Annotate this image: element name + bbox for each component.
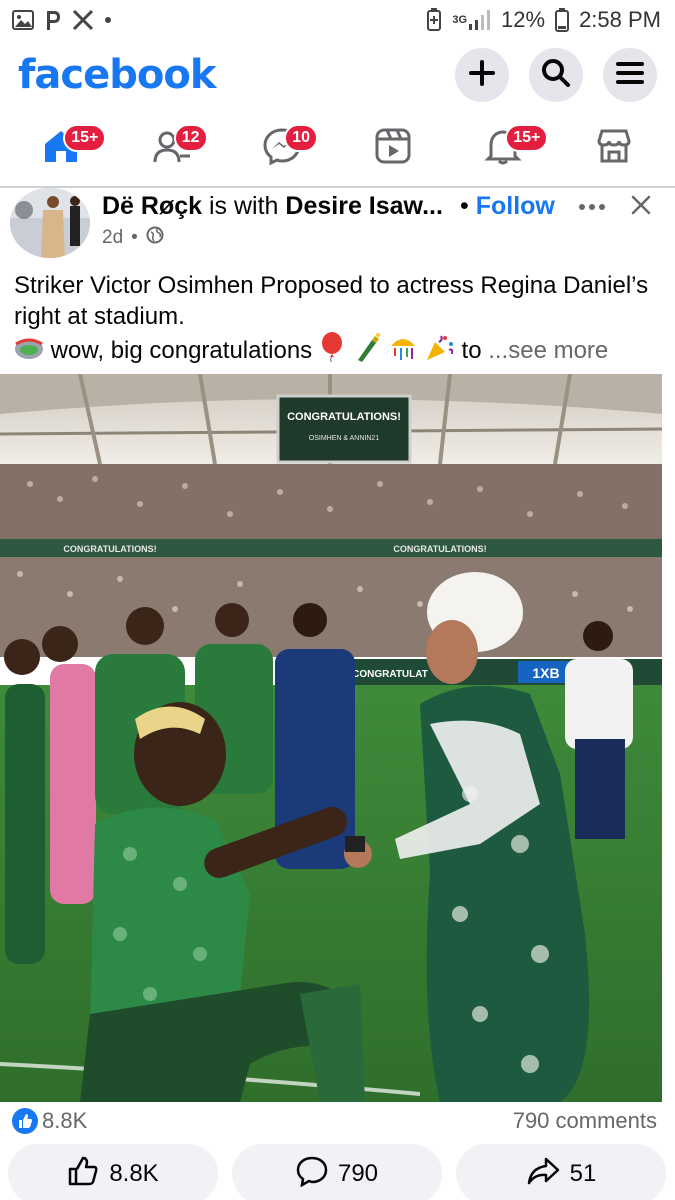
pinterest-icon: [44, 9, 62, 31]
home-badge: 15+: [63, 124, 107, 152]
facebook-logo[interactable]: facebook: [18, 52, 216, 98]
post-time[interactable]: 2d: [102, 227, 123, 249]
author-line: Dë Røçk is with Desire Isaw...: [102, 192, 472, 221]
comment-count: 790: [337, 1160, 379, 1187]
battery-icon: [555, 8, 570, 32]
post-text-congrats: wow, big congratulations: [50, 337, 313, 364]
like-count: 8.8K: [109, 1160, 159, 1187]
likes-count: 8.8K: [42, 1108, 88, 1133]
menu-button[interactable]: [603, 48, 657, 102]
follow-dot: •: [460, 192, 469, 220]
post-actions: 8.8K 790 51: [0, 1144, 675, 1200]
comment-button[interactable]: 790: [232, 1144, 442, 1200]
search-button[interactable]: [529, 48, 583, 102]
photo-ad-4: 1XB: [532, 665, 559, 681]
meta-separator: •: [131, 227, 138, 248]
search-icon: [541, 58, 571, 93]
confetti-ball-icon: [388, 332, 418, 370]
share-count: 51: [569, 1160, 597, 1187]
nav-tabs: 15+ 12 10 15+: [0, 112, 675, 184]
status-bar: 3G 12% 2:58 PM: [0, 0, 675, 40]
post-text-line-1: Striker Victor Osimhen Proposed to actre…: [14, 272, 649, 330]
marketplace-icon: [594, 126, 634, 171]
share-icon: [526, 1156, 560, 1193]
likes-summary[interactable]: 8.8K: [12, 1108, 87, 1134]
menu-icon: [615, 60, 645, 91]
thumbs-up-icon: [67, 1155, 99, 1194]
like-reaction-icon: [12, 1108, 38, 1134]
tab-video[interactable]: [353, 118, 433, 178]
champagne-icon: [352, 332, 382, 370]
post-text-line-2: wow, big congratulations to ...see more: [14, 332, 664, 370]
tab-messenger[interactable]: 10: [242, 118, 322, 178]
balloon-icon: [319, 332, 345, 370]
photo-board-title: CONGRATULATIONS!: [287, 411, 401, 423]
see-more-link[interactable]: ...see more: [488, 337, 608, 364]
friends-badge: 12: [173, 124, 208, 152]
follow-button[interactable]: Follow: [476, 192, 555, 220]
hide-post-button[interactable]: [626, 192, 656, 222]
tab-notifications[interactable]: 15+: [463, 118, 549, 178]
post-header: Dë Røçk is with Desire Isaw... • Follow …: [0, 188, 675, 258]
signal-icon: 3G: [452, 9, 491, 31]
network-type: 3G: [452, 14, 468, 26]
messenger-badge: 10: [284, 124, 319, 152]
gallery-icon: [12, 10, 34, 30]
photo-board-sub: OSIMHEN & ANNIN21: [309, 435, 380, 442]
with-text: is with: [209, 192, 279, 220]
notifications-badge: 15+: [505, 124, 549, 152]
stadium-icon: [14, 336, 44, 370]
globe-icon: [146, 226, 164, 250]
battery-percent: 12%: [501, 7, 546, 32]
tab-home[interactable]: 15+: [21, 118, 107, 178]
create-button[interactable]: [455, 48, 509, 102]
battery-saver-icon: [426, 8, 442, 32]
app-header: facebook: [0, 42, 675, 108]
party-popper-icon: [425, 332, 455, 370]
photo-ad-3: CONGRATULAT: [352, 669, 428, 680]
follow-group: • Follow: [460, 192, 555, 221]
author-name[interactable]: Dë Røçk: [102, 192, 202, 220]
dot-icon: [104, 16, 112, 24]
post-options-button[interactable]: [574, 192, 610, 222]
reactions-summary: 8.8K 790 comments: [0, 1106, 675, 1136]
plus-icon: [468, 59, 496, 92]
comments-count[interactable]: 790 comments: [513, 1108, 657, 1134]
clock: 2:58 PM: [579, 7, 661, 32]
tab-marketplace[interactable]: [574, 118, 654, 178]
comment-icon: [296, 1155, 328, 1194]
photo-ad-1: CONGRATULATIONS!: [63, 544, 156, 554]
post-photo[interactable]: CONGRATULATIONS! OSIMHEN & ANNIN21 CONGR…: [0, 374, 662, 1102]
avatar[interactable]: [10, 188, 90, 258]
post-text-to: to: [461, 337, 482, 364]
more-icon: [579, 204, 605, 210]
tagged-name[interactable]: Desire Isaw...: [285, 192, 443, 220]
x-icon: [72, 9, 94, 31]
post-text: Striker Victor Osimhen Proposed to actre…: [14, 270, 664, 370]
like-button[interactable]: 8.8K: [8, 1144, 218, 1200]
post-meta: 2d •: [102, 226, 164, 250]
photo-ad-2: CONGRATULATIONS!: [393, 544, 486, 554]
video-icon: [373, 126, 413, 171]
close-icon: [630, 194, 652, 221]
share-button[interactable]: 51: [456, 1144, 666, 1200]
tab-friends[interactable]: 12: [132, 118, 212, 178]
